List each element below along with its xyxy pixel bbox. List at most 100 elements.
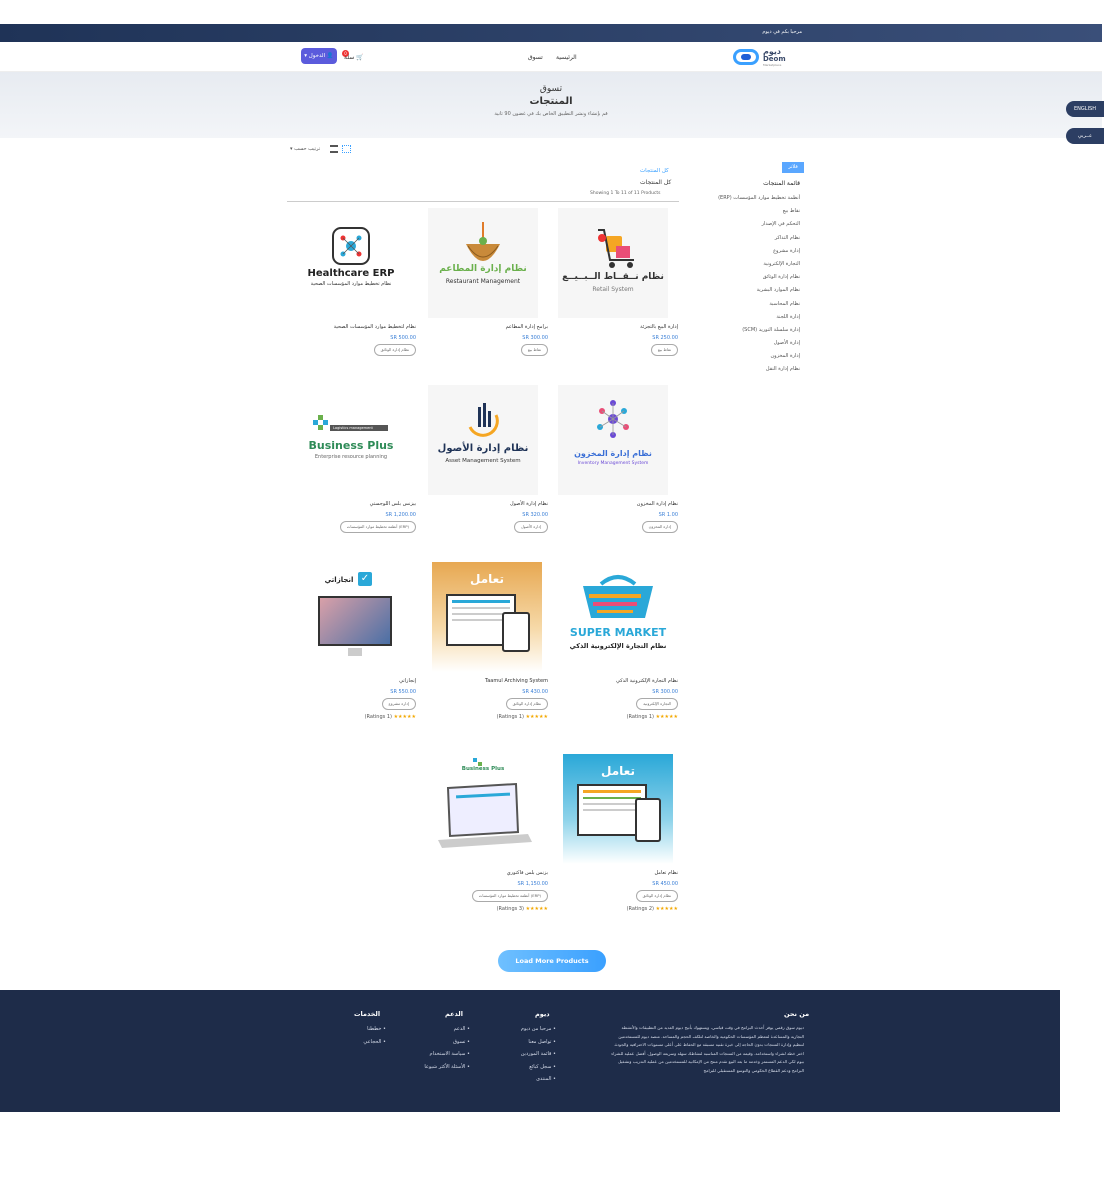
product-name[interactable]: نظام إدارة الأصول: [428, 501, 548, 507]
footer-link[interactable]: تسوق: [400, 1039, 470, 1052]
product-category-tag[interactable]: أنظمة تخطيط موارد المؤسسات (ERP): [339, 521, 416, 533]
product-card[interactable]: تعامل Taamul Archiving System SR 430.00 …: [428, 562, 548, 737]
filters-button[interactable]: فلاتر: [782, 162, 804, 173]
product-card[interactable]: Logistics management Business Plus Enter…: [296, 385, 416, 560]
tablet-screen-icon: [635, 798, 661, 842]
footer-link[interactable]: الأسئلة الأكثر شيوعا: [400, 1064, 470, 1077]
restaurant-bowl-icon: [466, 222, 500, 261]
footer-link[interactable]: المنتدى: [500, 1076, 556, 1089]
product-name[interactable]: إنجازاتي: [296, 678, 416, 684]
grid-view-icon[interactable]: [342, 145, 351, 153]
product-image-business-plus-factory[interactable]: Business Plus: [428, 754, 538, 864]
product-name[interactable]: بزنس بلس فاكتوري: [428, 870, 548, 876]
category-item[interactable]: نظام المحاسبة: [700, 298, 800, 311]
product-category-tag[interactable]: نظام إدارة الوثائق: [373, 344, 416, 356]
category-item[interactable]: التحكم في الإصدار: [700, 218, 800, 231]
list-view-icon[interactable]: [330, 145, 338, 153]
product-name[interactable]: إدارة البيع بالتجزئة: [558, 324, 678, 330]
footer-link[interactable]: قائمة الموردين: [500, 1051, 556, 1064]
product-image-business-plus[interactable]: Logistics management Business Plus Enter…: [296, 385, 406, 495]
category-item[interactable]: التجارة الإلكترونية: [700, 258, 800, 271]
category-item[interactable]: إدارة اللجنة: [700, 311, 800, 324]
breadcrumb-link[interactable]: كل المنتجات: [640, 168, 669, 174]
product-name[interactable]: Taamul Archiving System: [428, 678, 548, 684]
product-card[interactable]: نظام نــقــاط الــبــيــع Retail System …: [558, 208, 678, 383]
product-category-tag[interactable]: التجارة الإلكترونية: [636, 698, 678, 710]
product-image-taamul-archiving[interactable]: تعامل: [432, 562, 542, 672]
product-category-tag[interactable]: نظام إدارة الوثائق: [635, 890, 678, 902]
product-rating: (Ratings 2) ★★★★★: [627, 906, 678, 912]
retail-art-en: Retail System: [592, 286, 634, 293]
star-icon: ★★★★★: [525, 906, 548, 912]
hero-banner: تسوق المنتجات قم بإنشاء ونشر التطبيق الخ…: [0, 72, 1102, 138]
product-image-inventory[interactable]: نظام إدارة المخزون Inventory Management …: [558, 385, 668, 495]
load-more-button[interactable]: Load More Products: [498, 950, 606, 972]
product-category-tag[interactable]: نقاط بيع: [520, 344, 548, 356]
product-image-taamul[interactable]: تعامل: [563, 754, 673, 864]
product-category-tag[interactable]: إدارة الأصول: [514, 521, 548, 533]
nav-home-link[interactable]: الرئيسية: [556, 54, 577, 61]
product-rating: (Ratings 3) ★★★★★: [497, 906, 548, 912]
product-image-healthcare[interactable]: Healthcare ERP نظام تخطيط موارد المؤسسات…: [296, 208, 406, 318]
product-name[interactable]: نظام إدارة المخزون: [558, 501, 678, 507]
category-item[interactable]: إدارة المخزون: [700, 350, 800, 363]
product-card[interactable]: نظام إدارة المطاعم Restaurant Management…: [428, 208, 548, 383]
footer-about-text: ديوم سوق رقمي يوفر أحدث البرامج في وقت ق…: [611, 1025, 804, 1073]
footer-link[interactable]: الحجاعي: [340, 1039, 386, 1052]
product-card[interactable]: SUPER MARKET نظام التجارة الإلكترونية ال…: [558, 562, 678, 737]
category-item[interactable]: إدارة سلسلة التوريد (SCM): [700, 324, 800, 337]
inventory-art-ar: نظام إدارة المخزون: [574, 449, 652, 458]
category-item[interactable]: نظام التذاكر: [700, 232, 800, 245]
taamul-art-title: تعامل: [470, 572, 504, 586]
product-category-tag[interactable]: إدارة مشروع: [381, 698, 416, 710]
product-card[interactable]: Business Plus بزنس بلس فاكتوري SR 1,150.…: [428, 754, 548, 929]
arabic-language-button[interactable]: عــربي: [1066, 128, 1104, 144]
category-item[interactable]: نظام إدارة الوثائق: [700, 271, 800, 284]
nav-market-link[interactable]: تسوق: [528, 54, 543, 61]
category-item[interactable]: أنظمة تخطيط موارد المؤسسات (ERP): [700, 192, 800, 205]
category-item[interactable]: إدارة مشروع: [700, 245, 800, 258]
footer-link[interactable]: تواصل معنا: [500, 1039, 556, 1052]
product-card[interactable]: نظام إدارة الأصول Asset Management Syste…: [428, 385, 548, 560]
footer-link[interactable]: سياسة الاستخدام: [400, 1051, 470, 1064]
deom-logo[interactable]: ديوم Deom Marketplace: [733, 46, 793, 68]
sort-dropdown[interactable]: ▾ ترتيب حسب: [290, 146, 320, 152]
product-price: SR 500.00: [390, 335, 416, 341]
footer-link[interactable]: خططنا: [340, 1026, 386, 1039]
product-image-retail[interactable]: نظام نــقــاط الــبــيــع Retail System: [558, 208, 668, 318]
product-card[interactable]: Healthcare ERP نظام تخطيط موارد المؤسسات…: [296, 208, 416, 383]
product-image-asset[interactable]: نظام إدارة الأصول Asset Management Syste…: [428, 385, 538, 495]
login-button[interactable]: ▾ الدخول 👤: [301, 48, 337, 64]
product-card[interactable]: ✓ انجازاتي إنجازاتي SR 550.00 إدارة مشرو…: [296, 562, 416, 737]
star-icon: ★★★★★: [655, 906, 678, 912]
imac-stand-icon: [348, 648, 362, 656]
category-item[interactable]: إدارة الأصول: [700, 337, 800, 350]
product-name[interactable]: برامج إدارة المطاعم: [428, 324, 548, 330]
product-card[interactable]: نظام إدارة المخزون Inventory Management …: [558, 385, 678, 560]
product-name[interactable]: بيزنس بلس اللوجستي: [296, 501, 416, 507]
footer-link[interactable]: الدعم: [400, 1026, 470, 1039]
product-rating: (Ratings 1) ★★★★★: [365, 714, 416, 720]
logo-subtitle: Marketplace: [763, 63, 782, 67]
product-name[interactable]: نظام لتخطيط موارد المؤسسات الصحية: [296, 324, 416, 330]
product-category-tag[interactable]: إدارة المخزون: [641, 521, 678, 533]
product-category-tag[interactable]: أنظمة تخطيط موارد المؤسسات (ERP): [471, 890, 548, 902]
cart-link[interactable]: سلة 🛒: [344, 54, 364, 61]
category-item[interactable]: نظام إدارة النقل: [700, 363, 800, 376]
category-item[interactable]: نقاط بيع: [700, 205, 800, 218]
footer-link[interactable]: مرحبا من ديوم: [500, 1026, 556, 1039]
product-image-restaurant[interactable]: نظام إدارة المطاعم Restaurant Management: [428, 208, 538, 318]
product-image-injazati[interactable]: ✓ انجازاتي: [300, 562, 410, 672]
star-icon: ★★★★★: [655, 714, 678, 720]
healthcare-network-icon: [332, 227, 370, 265]
product-name[interactable]: نظام التجارة الإلكترونية الذكي: [558, 678, 678, 684]
footer-link[interactable]: سجل كبائع: [500, 1064, 556, 1077]
product-price: SR 450.00: [652, 881, 678, 887]
product-category-tag[interactable]: نقاط بيع: [650, 344, 678, 356]
product-card[interactable]: تعامل نظام تعامل SR 450.00 نظام إدارة ال…: [558, 754, 678, 929]
product-category-tag[interactable]: نظام إدارة الوثائق: [505, 698, 548, 710]
english-language-button[interactable]: ENGLISH: [1066, 101, 1104, 117]
category-item[interactable]: نظام الموارد البشرية: [700, 284, 800, 297]
product-image-supermarket[interactable]: SUPER MARKET نظام التجارة الإلكترونية ال…: [563, 562, 673, 672]
product-name[interactable]: نظام تعامل: [558, 870, 679, 876]
